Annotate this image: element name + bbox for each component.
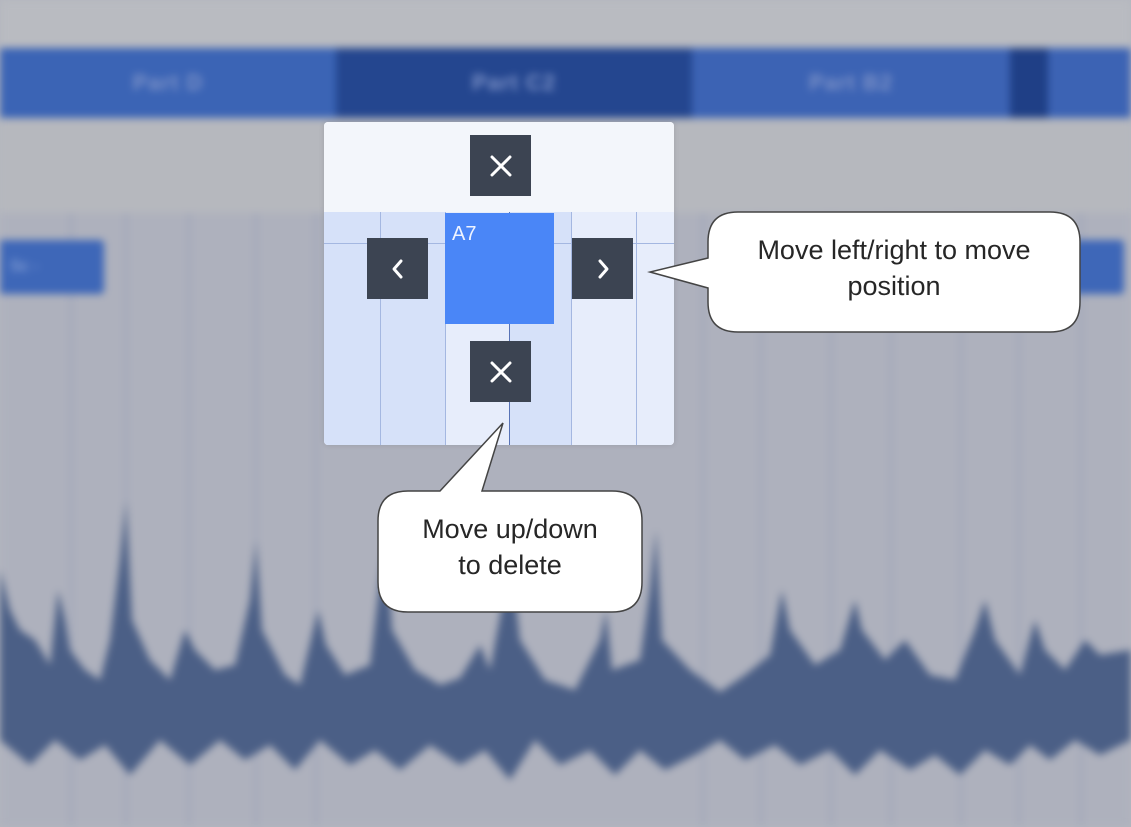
callout-vertical-line1: Move up/down [422,514,598,544]
chord-chip-label: Sc - [10,258,39,275]
chord-block[interactable]: A7 [445,213,554,324]
delete-down-button[interactable] [470,341,531,402]
callout-vertical-line2: to delete [458,550,562,580]
part-bar-c2: Part C2 [336,48,692,118]
chord-label: A7 [452,223,477,245]
callout-horizontal-text: Move left/right to move position [712,232,1076,304]
chord-chip-left: Sc - [0,240,104,294]
part-bar-d: Part D [0,48,336,118]
callout-horizontal-line2: position [847,271,941,301]
callout-vertical-text: Move up/down to delete [380,511,640,583]
chevron-left-icon [392,259,402,278]
grid-line [636,212,637,445]
close-icon [490,155,511,176]
close-icon [490,361,511,382]
chevron-right-icon [598,259,608,278]
part-bar-b2: Part B2 [692,48,1010,118]
part-label: Part B2 [808,70,894,95]
move-right-button[interactable] [572,238,633,299]
delete-up-button[interactable] [470,135,531,196]
part-label: Part D [132,70,204,95]
part-bar-next-2 [1048,48,1131,118]
top-strip [0,0,1131,48]
move-left-button[interactable] [367,238,428,299]
part-label: Part C2 [471,70,557,95]
part-bar-next [1010,48,1048,118]
audio-waveform [0,500,1131,780]
callout-horizontal-line1: Move left/right to move [757,235,1031,265]
